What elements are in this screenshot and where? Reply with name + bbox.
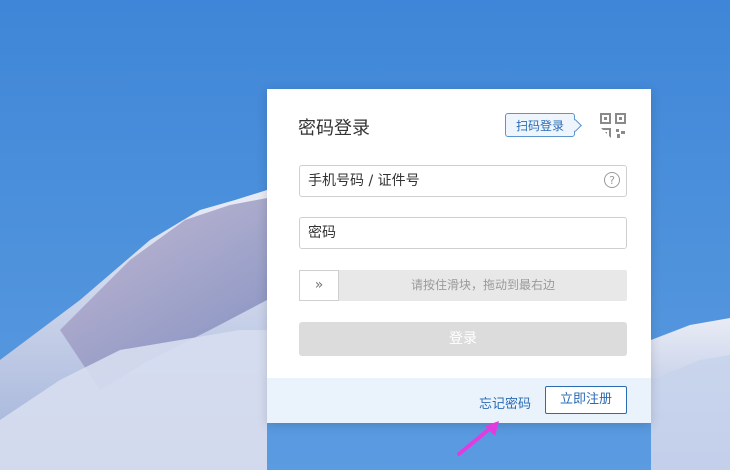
login-button[interactable]: 登录 <box>299 322 627 356</box>
qr-login-tab[interactable]: 扫码登录 <box>505 113 576 137</box>
slider-verification[interactable]: » 请按住滑块，拖动到最右边 <box>299 270 627 301</box>
password-placeholder: 密码 <box>308 225 336 241</box>
password-field[interactable]: 密码 <box>299 217 627 249</box>
double-chevron-right-icon[interactable]: » <box>299 270 339 301</box>
register-button[interactable]: 立即注册 <box>545 386 627 414</box>
page-title: 密码登录 <box>298 118 370 139</box>
arrow-icon <box>457 421 499 456</box>
forgot-password-link[interactable]: 忘记密码 <box>479 393 531 412</box>
slider-hint-text: 请按住滑块，拖动到最右边 <box>410 278 555 292</box>
qr-code-icon[interactable] <box>600 113 626 139</box>
username-placeholder: 手机号码 / 证件号 <box>308 173 420 189</box>
question-circle-icon[interactable]: ? <box>604 172 620 188</box>
card-footer: 忘记密码 立即注册 <box>267 378 651 423</box>
login-card: 密码登录 扫码登录 手机号码 / 证件号 ? 密码 » 请按住滑块，拖动到最右边… <box>267 89 651 423</box>
username-field[interactable]: 手机号码 / 证件号 ? <box>299 165 627 197</box>
